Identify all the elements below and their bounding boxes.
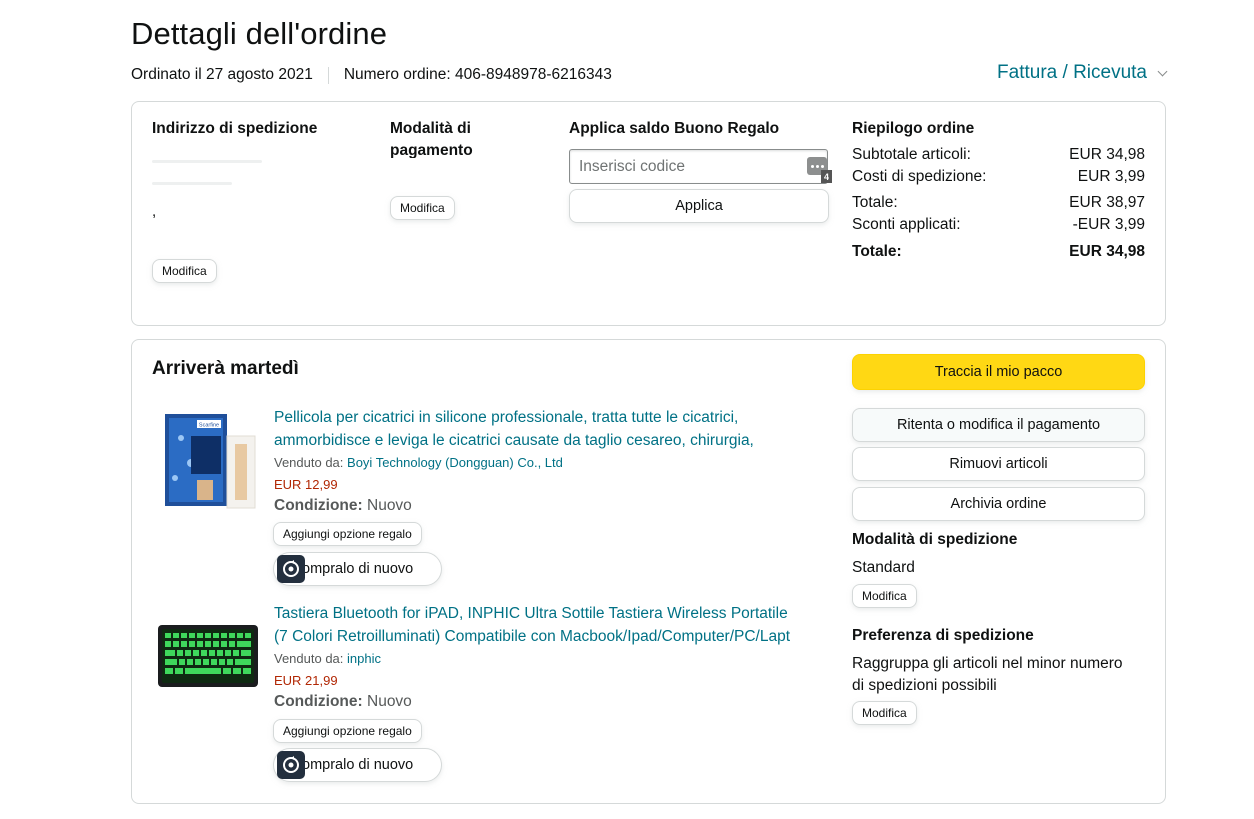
summary-label: Totale: [852, 194, 898, 211]
product-title-line[interactable]: Tastiera Bluetooth for iPAD, INPHIC Ultr… [274, 603, 834, 626]
shipping-method-value: Standard [852, 559, 915, 576]
buy-again-label: ompralo di nuovo [302, 561, 414, 577]
summary-value: -EUR 3,99 [1072, 216, 1145, 233]
product-condition-2: Condizione: Nuovo [274, 693, 412, 711]
product-condition-1: Condizione: Nuovo [274, 497, 412, 515]
retry-payment-button[interactable]: Ritenta o modifica il pagamento [852, 408, 1145, 442]
product-title-1[interactable]: Pellicola per cicatrici in silicone prof… [274, 407, 834, 452]
summary-label: Costi di spedizione: [852, 168, 987, 185]
shipping-address-heading: Indirizzo di spedizione [152, 120, 318, 137]
payment-method-heading: Modalità di pagamento [390, 120, 473, 158]
condition-label: Condizione: [274, 497, 363, 514]
product-image-keyboard[interactable] [157, 623, 259, 689]
address-redacted-line [152, 160, 262, 163]
remove-items-button[interactable]: Rimuovi articoli [852, 447, 1145, 481]
summary-value: EUR 38,97 [1069, 194, 1145, 211]
edit-address-button[interactable]: Modifica [152, 259, 217, 283]
product-title-line[interactable]: (7 Colori Retroilluminati) Compatibile c… [274, 626, 829, 649]
meta-divider [327, 66, 329, 84]
sold-by-label: Venduto da: [274, 455, 344, 470]
preference-line: di spedizioni possibili [852, 677, 997, 694]
condition-label: Condizione: [274, 693, 363, 710]
summary-label: Sconti applicati: [852, 216, 961, 233]
delivery-heading: Arriverà martedì [152, 358, 299, 379]
page-title: Dettagli dell'ordine [131, 16, 388, 51]
buy-again-icon [277, 555, 305, 583]
product-title-2[interactable]: Tastiera Bluetooth for iPAD, INPHIC Ultr… [274, 603, 834, 648]
summary-label: Totale: [852, 243, 902, 260]
product-image-scar-sheet[interactable]: Scarfine [161, 408, 259, 510]
edit-shipping-preference-button[interactable]: Modifica [852, 701, 917, 725]
seller-link[interactable]: inphic [347, 651, 381, 666]
edit-payment-button[interactable]: Modifica [390, 196, 455, 220]
summary-row-shipping: Costi di spedizione: EUR 3,99 [852, 168, 1145, 186]
summary-row-grand-total: Totale: EUR 34,98 [852, 243, 1145, 261]
invoice-dropdown[interactable]: Fattura / Ricevuta [997, 62, 1168, 84]
summary-label: Subtotale articoli: [852, 146, 971, 163]
condition-value: Nuovo [367, 693, 412, 710]
seller-link[interactable]: Boyi Technology (Dongguan) Co., Ltd [347, 455, 563, 470]
summary-value: EUR 34,98 [1069, 146, 1145, 163]
product-image-brand: Scarfine [199, 423, 219, 429]
address-redacted-line [152, 182, 232, 185]
add-gift-option-button-2[interactable]: Aggiungi opzione regalo [273, 719, 422, 743]
buy-again-label: ompralo di nuovo [302, 757, 414, 773]
order-meta: Ordinato il 27 agosto 2021 Numero ordine… [131, 66, 612, 84]
product-price-2: EUR 21,99 [274, 673, 338, 688]
summary-value: EUR 3,99 [1077, 168, 1145, 185]
order-date: Ordinato il 27 agosto 2021 [131, 66, 313, 83]
condition-value: Nuovo [367, 497, 412, 514]
seller-info-1: Venduto da: Boyi Technology (Dongguan) C… [274, 455, 563, 470]
address-punctuation: , [152, 203, 157, 220]
gift-code-input[interactable]: Inserisci codice [569, 149, 828, 184]
order-summary-heading: Riepilogo ordine [852, 120, 975, 137]
preference-line: Raggruppa gli articoli nel minor numero [852, 655, 1123, 672]
summary-row-subtotal: Subtotale articoli: EUR 34,98 [852, 146, 1145, 164]
gift-card-heading: Applica saldo Buono Regalo [569, 120, 780, 137]
edit-shipping-method-button[interactable]: Modifica [852, 584, 917, 608]
product-title-line[interactable]: ammorbidisce e leviga le cicatrici causa… [274, 430, 834, 453]
summary-row-total: Totale: EUR 38,97 [852, 194, 1145, 212]
summary-value: EUR 34,98 [1069, 243, 1145, 260]
sold-by-label: Venduto da: [274, 651, 344, 666]
seller-info-2: Venduto da: inphic [274, 651, 381, 666]
password-manager-count: 4 [821, 170, 832, 183]
invoice-link[interactable]: Fattura / Ricevuta [997, 62, 1147, 84]
summary-row-discounts: Sconti applicati: -EUR 3,99 [852, 216, 1145, 234]
archive-order-button[interactable]: Archivia ordine [852, 487, 1145, 521]
buy-again-icon [277, 751, 305, 779]
add-gift-option-button-1[interactable]: Aggiungi opzione regalo [273, 522, 422, 546]
shipping-method-heading: Modalità di spedizione [852, 531, 1018, 548]
shipping-preference-value: Raggruppa gli articoli nel minor numero … [852, 653, 1147, 697]
apply-gift-button[interactable]: Applica [569, 189, 829, 223]
order-number: Numero ordine: 406-8948978-6216343 [343, 66, 612, 83]
product-title-line[interactable]: Pellicola per cicatrici in silicone prof… [274, 407, 834, 430]
chevron-down-icon [1157, 66, 1168, 76]
shipping-preference-heading: Preferenza di spedizione [852, 627, 1034, 644]
track-package-button[interactable]: Traccia il mio pacco [852, 354, 1145, 390]
product-price-1: EUR 12,99 [274, 477, 338, 492]
